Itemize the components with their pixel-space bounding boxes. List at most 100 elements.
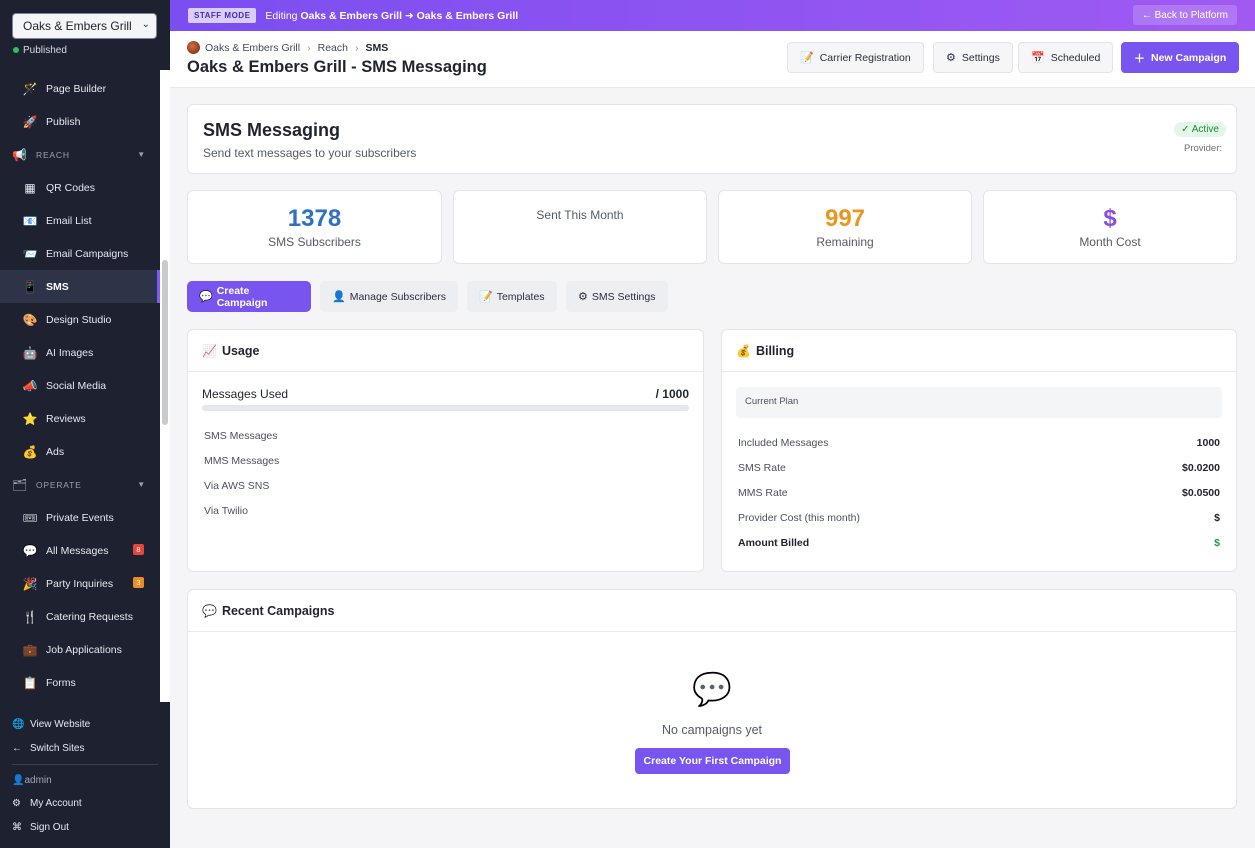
sign-out-link[interactable]: ⌘ Sign Out <box>0 815 170 839</box>
usage-line-aws: Via AWS SNS <box>204 480 270 492</box>
sidebar-item-label: Email List <box>46 214 92 227</box>
sidebar-section-operate[interactable]: 🗂 OPERATE ▼ <box>0 468 160 501</box>
view-website-link[interactable]: 🌐 View Website <box>0 712 170 736</box>
button-label: Settings <box>961 51 1000 64</box>
sidebar-item-publish[interactable]: 🚀 Publish <box>0 105 160 138</box>
globe-icon: 🌐 <box>12 718 25 730</box>
tab-label: Templates <box>496 290 545 303</box>
create-first-campaign-button[interactable]: Create Your First Campaign <box>635 748 790 774</box>
sidebar-item-label: Catering Requests <box>46 610 133 623</box>
sidebar-item-qr-codes[interactable]: ▦ QR Codes <box>0 171 160 204</box>
sidebar-item-private-events[interactable]: 🎟 Private Events <box>0 501 160 534</box>
chevron-down-icon: ⌄ <box>141 19 150 30</box>
sidebar-item-label: Forms <box>46 676 76 689</box>
sidebar-item-email-list[interactable]: 📧 Email List <box>0 204 160 237</box>
sign-out-label: Sign Out <box>30 821 69 833</box>
settings-button[interactable]: ⚙ Settings <box>933 42 1013 73</box>
usage-progress-bar <box>202 405 689 411</box>
collapse-triangle-icon: ▼ <box>137 480 146 489</box>
site-select-value: Oaks & Embers Grill <box>23 19 132 33</box>
breadcrumb-reach[interactable]: Reach <box>318 42 348 54</box>
recent-campaigns-panel: 💬 Recent Campaigns 💬 No campaigns yet Cre… <box>187 589 1237 809</box>
publish-status: Published <box>13 45 67 56</box>
sidebar-section-reach[interactable]: 📢 REACH ▼ <box>0 138 160 171</box>
sidebar-item-label: Design Studio <box>46 313 112 326</box>
usage-line-mms: MMS Messages <box>204 455 280 467</box>
billing-value: $ <box>1214 512 1220 524</box>
messages-used-row: Messages Used / 1000 <box>202 387 689 401</box>
sidebar-item-ads[interactable]: 💰 Ads <box>0 435 160 468</box>
site-select[interactable]: Oaks & Embers Grill ⌄ <box>12 13 157 39</box>
party-icon: 🎉 <box>22 576 38 591</box>
carrier-registration-button[interactable]: 📝 Carrier Registration <box>787 42 924 73</box>
sidebar-item-catering-requests[interactable]: 🍴 Catering Requests <box>0 600 160 633</box>
scheduled-button[interactable]: 📅 Scheduled <box>1018 42 1114 73</box>
current-plan-box: Current Plan <box>736 387 1222 418</box>
breadcrumb-separator-icon: › <box>354 41 359 54</box>
sidebar-item-all-messages[interactable]: 💬 All Messages 8 <box>0 534 160 567</box>
back-to-platform-button[interactable]: ← Back to Platform <box>1132 5 1237 25</box>
money-bag-icon: 💰 <box>736 343 751 358</box>
stat-value: 997 <box>824 205 866 232</box>
panel-title: Billing <box>755 343 795 358</box>
phone-icon: 📱 <box>22 279 38 294</box>
billing-row: SMS Rate $0.0200 <box>738 462 1220 474</box>
sidebar-item-label: SMS <box>46 280 69 293</box>
panel-title: Recent Campaigns <box>221 603 335 618</box>
sidebar-item-social-media[interactable]: 📣 Social Media <box>0 369 160 402</box>
megaphone-icon: 📢 <box>12 147 28 162</box>
wand-icon: 🪄 <box>22 81 38 96</box>
sidebar-item-design-studio[interactable]: 🎨 Design Studio <box>0 303 160 336</box>
stat-label: Sent This Month <box>536 208 624 222</box>
memo-icon: 📝 <box>479 291 493 303</box>
collapse-triangle-icon: ▼ <box>137 150 146 159</box>
sidebar-item-email-campaigns[interactable]: 📨 Email Campaigns <box>0 237 160 270</box>
button-label: Carrier Registration <box>819 51 911 64</box>
sidebar-item-job-applications[interactable]: 💼 Job Applications <box>0 633 160 666</box>
calendar-icon: 📅 <box>1031 52 1045 64</box>
switch-sites-link[interactable]: ← Switch Sites <box>0 736 170 760</box>
tab-create-campaign[interactable]: 💬 Create Campaign <box>187 281 311 312</box>
fork-knife-icon: 🍴 <box>22 609 38 624</box>
current-user: 👤 admin <box>0 769 170 791</box>
envelope-icon: 📨 <box>22 246 38 261</box>
megaphone-icon: 📣 <box>22 378 38 393</box>
sidebar-item-forms[interactable]: 📋 Forms <box>0 666 160 699</box>
email-icon: 📧 <box>22 213 38 228</box>
chart-icon: 📈 <box>202 343 217 358</box>
staff-mode-badge: STAFF MODE <box>188 8 257 23</box>
tab-templates[interactable]: 📝 Templates <box>467 281 557 312</box>
sidebar-scrollbar[interactable] <box>162 260 168 425</box>
billing-row: MMS Rate $0.0500 <box>738 487 1220 499</box>
sidebar-item-ai-images[interactable]: 🤖 AI Images <box>0 336 160 369</box>
sidebar-nav: 🪄 Page Builder 🚀 Publish 📢 REACH ▼ ▦ QR Codes… <box>0 72 160 699</box>
staff-mode-bar: STAFF MODE Editing Oaks & Embers Grill ➜… <box>170 0 1255 31</box>
unread-badge: 3 <box>133 577 144 588</box>
stat-card-month-cost: $ Month Cost <box>983 190 1237 264</box>
stat-card-sent: Sent This Month <box>453 190 707 264</box>
billing-label: MMS Rate <box>738 487 788 499</box>
new-campaign-button[interactable]: ＋ New Campaign <box>1121 42 1240 73</box>
button-label: Scheduled <box>1050 51 1101 64</box>
view-website-label: View Website <box>30 718 91 730</box>
billing-value: 1000 <box>1196 437 1220 449</box>
breadcrumb-site[interactable]: Oaks & Embers Grill <box>205 42 300 54</box>
tab-sms-settings[interactable]: ⚙ SMS Settings <box>566 281 668 312</box>
sidebar-item-label: Page Builder <box>46 82 107 95</box>
stat-value: $ <box>1103 205 1117 232</box>
switch-sites-label: Switch Sites <box>30 742 85 754</box>
briefcase-icon: 💼 <box>22 642 38 657</box>
status-dot-icon <box>13 47 19 54</box>
tab-manage-subscribers[interactable]: 👤 Manage Subscribers <box>320 281 459 312</box>
sidebar-item-sms[interactable]: 📱 SMS <box>0 270 160 303</box>
sidebar-footer: 🌐 View Website ← Switch Sites 👤 admin ⚙ My A… <box>0 712 170 839</box>
breadcrumb-separator-icon: › <box>307 41 311 54</box>
billing-value: $0.0200 <box>1182 462 1220 474</box>
message-icon: 💬 <box>22 543 38 558</box>
sidebar-item-page-builder[interactable]: 🪄 Page Builder <box>0 72 160 105</box>
my-account-link[interactable]: ⚙ My Account <box>0 791 170 815</box>
messages-used-value: / 1000 <box>655 387 689 401</box>
sidebar-item-party-inquiries[interactable]: 🎉 Party Inquiries 3 <box>0 567 160 600</box>
sidebar-item-reviews[interactable]: ⭐ Reviews <box>0 402 160 435</box>
panel-header: 📈 Usage <box>188 330 703 372</box>
